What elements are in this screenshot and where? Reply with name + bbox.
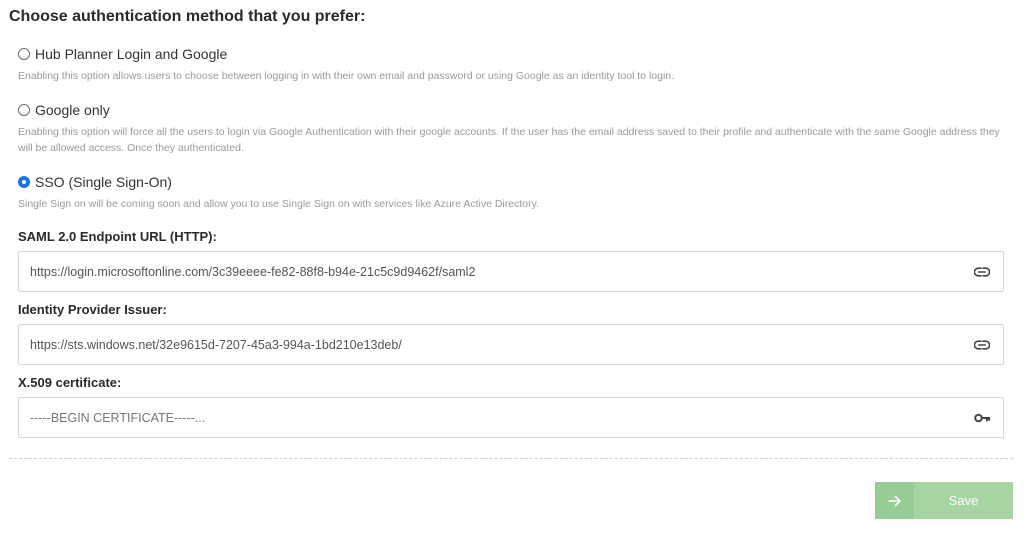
issuer-label: Identity Provider Issuer: [18,302,167,317]
option-description: Enabling this option will force all the … [18,126,1000,154]
key-icon[interactable] [973,409,991,427]
certificate-label: X.509 certificate: [18,375,122,390]
radio-sso[interactable] [18,176,30,188]
authentication-settings-page: Choose authentication method that you pr… [0,0,1030,537]
radio-google-only[interactable] [18,104,30,116]
issuer-input[interactable] [30,337,973,352]
auth-option-google-only: Google only Enabling this option will fo… [18,100,1008,156]
radio-row-hub-planner-google[interactable]: Hub Planner Login and Google [18,44,1008,64]
certificate-input[interactable] [30,410,973,425]
link-icon[interactable] [973,336,991,354]
save-button[interactable]: Save [875,482,1013,519]
arrow-right-icon [875,482,914,519]
page-title: Choose authentication method that you pr… [9,8,366,25]
saml-url-field [18,251,1004,292]
link-icon[interactable] [973,263,991,281]
radio-row-google-only[interactable]: Google only [18,100,1008,120]
option-label: Hub Planner Login and Google [35,46,228,62]
option-label: Google only [35,102,110,118]
radio-hub-planner-google[interactable] [18,48,30,60]
option-label: SSO (Single Sign-On) [35,174,172,190]
issuer-field [18,324,1004,365]
radio-row-sso[interactable]: SSO (Single Sign-On) [18,172,1008,192]
option-description: Enabling this option allows users to cho… [18,70,675,82]
auth-option-hub-planner-google: Hub Planner Login and Google Enabling th… [18,44,1008,84]
option-description: Single Sign on will be coming soon and a… [18,198,539,210]
section-divider [9,458,1013,459]
save-button-label: Save [948,493,979,508]
saml-url-input[interactable] [30,264,973,279]
auth-option-sso: SSO (Single Sign-On) Single Sign on will… [18,172,1008,212]
certificate-field [18,397,1004,438]
saml-url-label: SAML 2.0 Endpoint URL (HTTP): [18,229,217,244]
